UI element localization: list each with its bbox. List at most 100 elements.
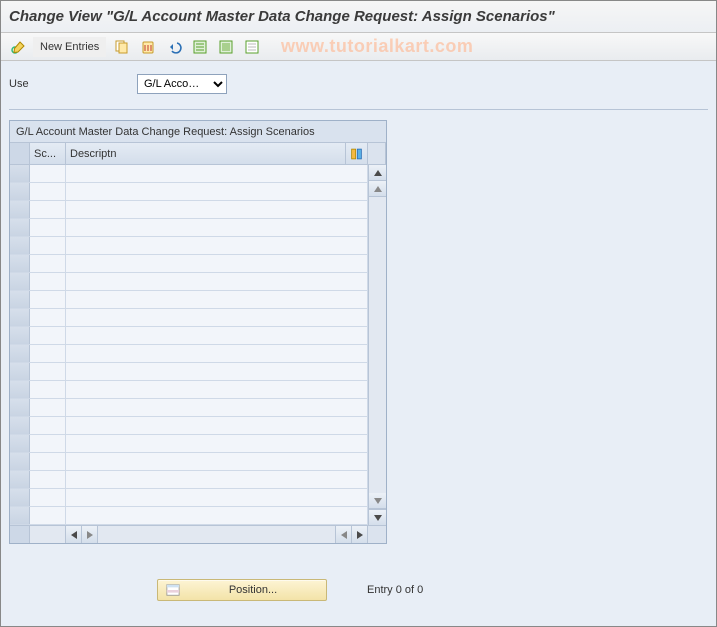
table-row	[10, 183, 368, 201]
hscroll-track[interactable]	[98, 526, 336, 543]
table-settings-icon	[350, 147, 363, 161]
cell-description[interactable]	[66, 417, 368, 434]
cell-scenario[interactable]	[30, 327, 66, 344]
row-selector[interactable]	[10, 363, 30, 380]
cell-description[interactable]	[66, 255, 368, 272]
cell-description[interactable]	[66, 273, 368, 290]
row-selector[interactable]	[10, 417, 30, 434]
table-row	[10, 345, 368, 363]
row-selector[interactable]	[10, 471, 30, 488]
cell-scenario[interactable]	[30, 363, 66, 380]
scroll-up-button[interactable]	[369, 165, 386, 181]
new-entries-button[interactable]: New Entries	[33, 37, 106, 57]
cell-description[interactable]	[66, 381, 368, 398]
use-select[interactable]: G/L Acco…	[137, 74, 227, 94]
cell-scenario[interactable]	[30, 201, 66, 218]
cell-scenario[interactable]	[30, 471, 66, 488]
column-header-description[interactable]: Descriptn	[66, 143, 346, 164]
row-selector[interactable]	[10, 255, 30, 272]
row-selector[interactable]	[10, 237, 30, 254]
cell-description[interactable]	[66, 327, 368, 344]
cell-scenario[interactable]	[30, 183, 66, 200]
copy-as-button[interactable]	[110, 37, 134, 57]
column-header-scenario[interactable]: Sc...	[30, 143, 66, 164]
table-row	[10, 165, 368, 183]
cell-scenario[interactable]	[30, 453, 66, 470]
use-field-row: Use G/L Acco…	[9, 73, 708, 95]
cell-description[interactable]	[66, 399, 368, 416]
cell-scenario[interactable]	[30, 381, 66, 398]
scroll-right-last-button[interactable]	[352, 526, 368, 543]
scroll-left-button[interactable]	[82, 526, 98, 543]
row-selector[interactable]	[10, 327, 30, 344]
row-selector[interactable]	[10, 489, 30, 506]
scenarios-table: G/L Account Master Data Change Request: …	[9, 120, 387, 544]
row-selector[interactable]	[10, 381, 30, 398]
position-button[interactable]: Position...	[157, 579, 327, 601]
horizontal-scrollbar[interactable]	[10, 525, 386, 543]
row-selector[interactable]	[10, 165, 30, 182]
cell-description[interactable]	[66, 453, 368, 470]
cell-scenario[interactable]	[30, 237, 66, 254]
cell-description[interactable]	[66, 363, 368, 380]
cell-scenario[interactable]	[30, 255, 66, 272]
row-selector[interactable]	[10, 183, 30, 200]
cell-description[interactable]	[66, 507, 368, 524]
row-selector[interactable]	[10, 309, 30, 326]
cell-scenario[interactable]	[30, 399, 66, 416]
undo-button[interactable]	[162, 37, 186, 57]
table-row	[10, 435, 368, 453]
scroll-up-step-button[interactable]	[369, 181, 386, 197]
cell-description[interactable]	[66, 201, 368, 218]
select-all-button[interactable]	[188, 37, 212, 57]
deselect-all-button[interactable]	[240, 37, 264, 57]
table-row	[10, 507, 368, 525]
cell-scenario[interactable]	[30, 507, 66, 524]
row-selector[interactable]	[10, 291, 30, 308]
watermark-text: www.tutorialkart.com	[281, 36, 473, 57]
window-title: Change View "G/L Account Master Data Cha…	[1, 1, 716, 33]
row-selector[interactable]	[10, 399, 30, 416]
cell-scenario[interactable]	[30, 165, 66, 182]
scroll-down-step-button[interactable]	[369, 493, 386, 509]
scroll-right-button[interactable]	[336, 526, 352, 543]
cell-description[interactable]	[66, 183, 368, 200]
position-icon	[166, 583, 180, 597]
cell-scenario[interactable]	[30, 345, 66, 362]
table-row	[10, 489, 368, 507]
cell-description[interactable]	[66, 471, 368, 488]
cell-scenario[interactable]	[30, 309, 66, 326]
table-settings-button[interactable]	[346, 143, 368, 164]
row-selector[interactable]	[10, 273, 30, 290]
row-selector[interactable]	[10, 453, 30, 470]
scroll-left-first-button[interactable]	[66, 526, 82, 543]
row-selector[interactable]	[10, 201, 30, 218]
cell-scenario[interactable]	[30, 291, 66, 308]
cell-description[interactable]	[66, 165, 368, 182]
select-block-button[interactable]	[214, 37, 238, 57]
cell-scenario[interactable]	[30, 219, 66, 236]
row-selector[interactable]	[10, 219, 30, 236]
cell-description[interactable]	[66, 291, 368, 308]
vertical-scrollbar[interactable]	[368, 165, 386, 525]
cell-description[interactable]	[66, 435, 368, 452]
cell-scenario[interactable]	[30, 489, 66, 506]
toggle-display-change-button[interactable]	[7, 37, 31, 57]
cell-description[interactable]	[66, 237, 368, 254]
cell-description[interactable]	[66, 309, 368, 326]
vscroll-track[interactable]	[369, 197, 386, 493]
cell-scenario[interactable]	[30, 435, 66, 452]
row-selector[interactable]	[10, 435, 30, 452]
row-selector[interactable]	[10, 507, 30, 524]
delete-button[interactable]	[136, 37, 160, 57]
cell-description[interactable]	[66, 489, 368, 506]
scroll-down-button[interactable]	[369, 509, 386, 525]
cell-scenario[interactable]	[30, 273, 66, 290]
table-row	[10, 327, 368, 345]
cell-description[interactable]	[66, 345, 368, 362]
row-selector[interactable]	[10, 345, 30, 362]
chevron-left-icon	[341, 531, 347, 539]
cell-scenario[interactable]	[30, 417, 66, 434]
row-selector-header[interactable]	[10, 143, 30, 164]
cell-description[interactable]	[66, 219, 368, 236]
